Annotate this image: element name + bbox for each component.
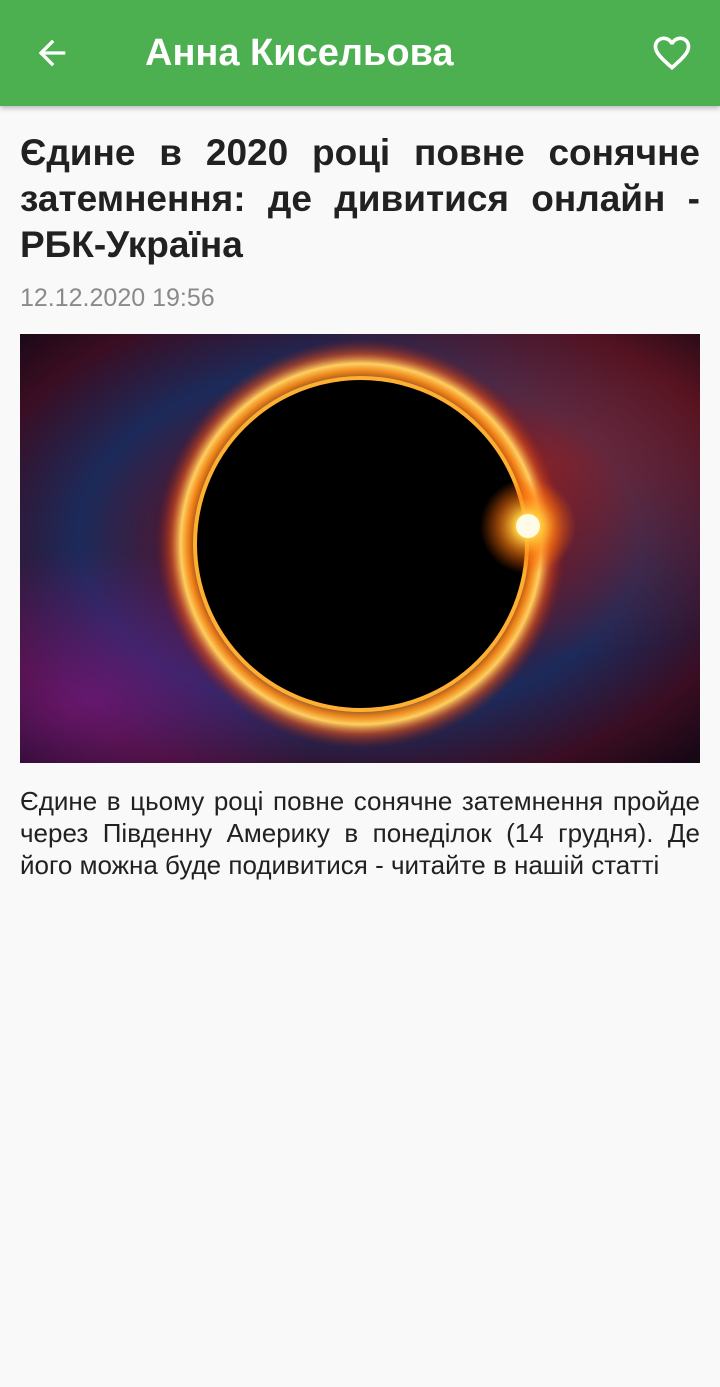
page-title: Анна Кисельова bbox=[145, 32, 454, 74]
article-title: Єдине в 2020 році повне сонячне затемнен… bbox=[20, 132, 700, 265]
article-summary: Єдине в цьому році повне сонячне затемне… bbox=[20, 786, 700, 880]
app-bar: Анна Кисельова bbox=[0, 0, 720, 106]
article-date: 12.12.2020 19:56 bbox=[20, 284, 215, 312]
heart-outline-icon bbox=[653, 36, 691, 71]
favorite-button[interactable] bbox=[644, 25, 700, 81]
article: Єдине в 2020 році повне сонячне затемнен… bbox=[20, 106, 700, 881]
article-image bbox=[20, 334, 700, 763]
arrow-back-icon bbox=[38, 39, 66, 67]
back-button[interactable] bbox=[24, 25, 80, 81]
